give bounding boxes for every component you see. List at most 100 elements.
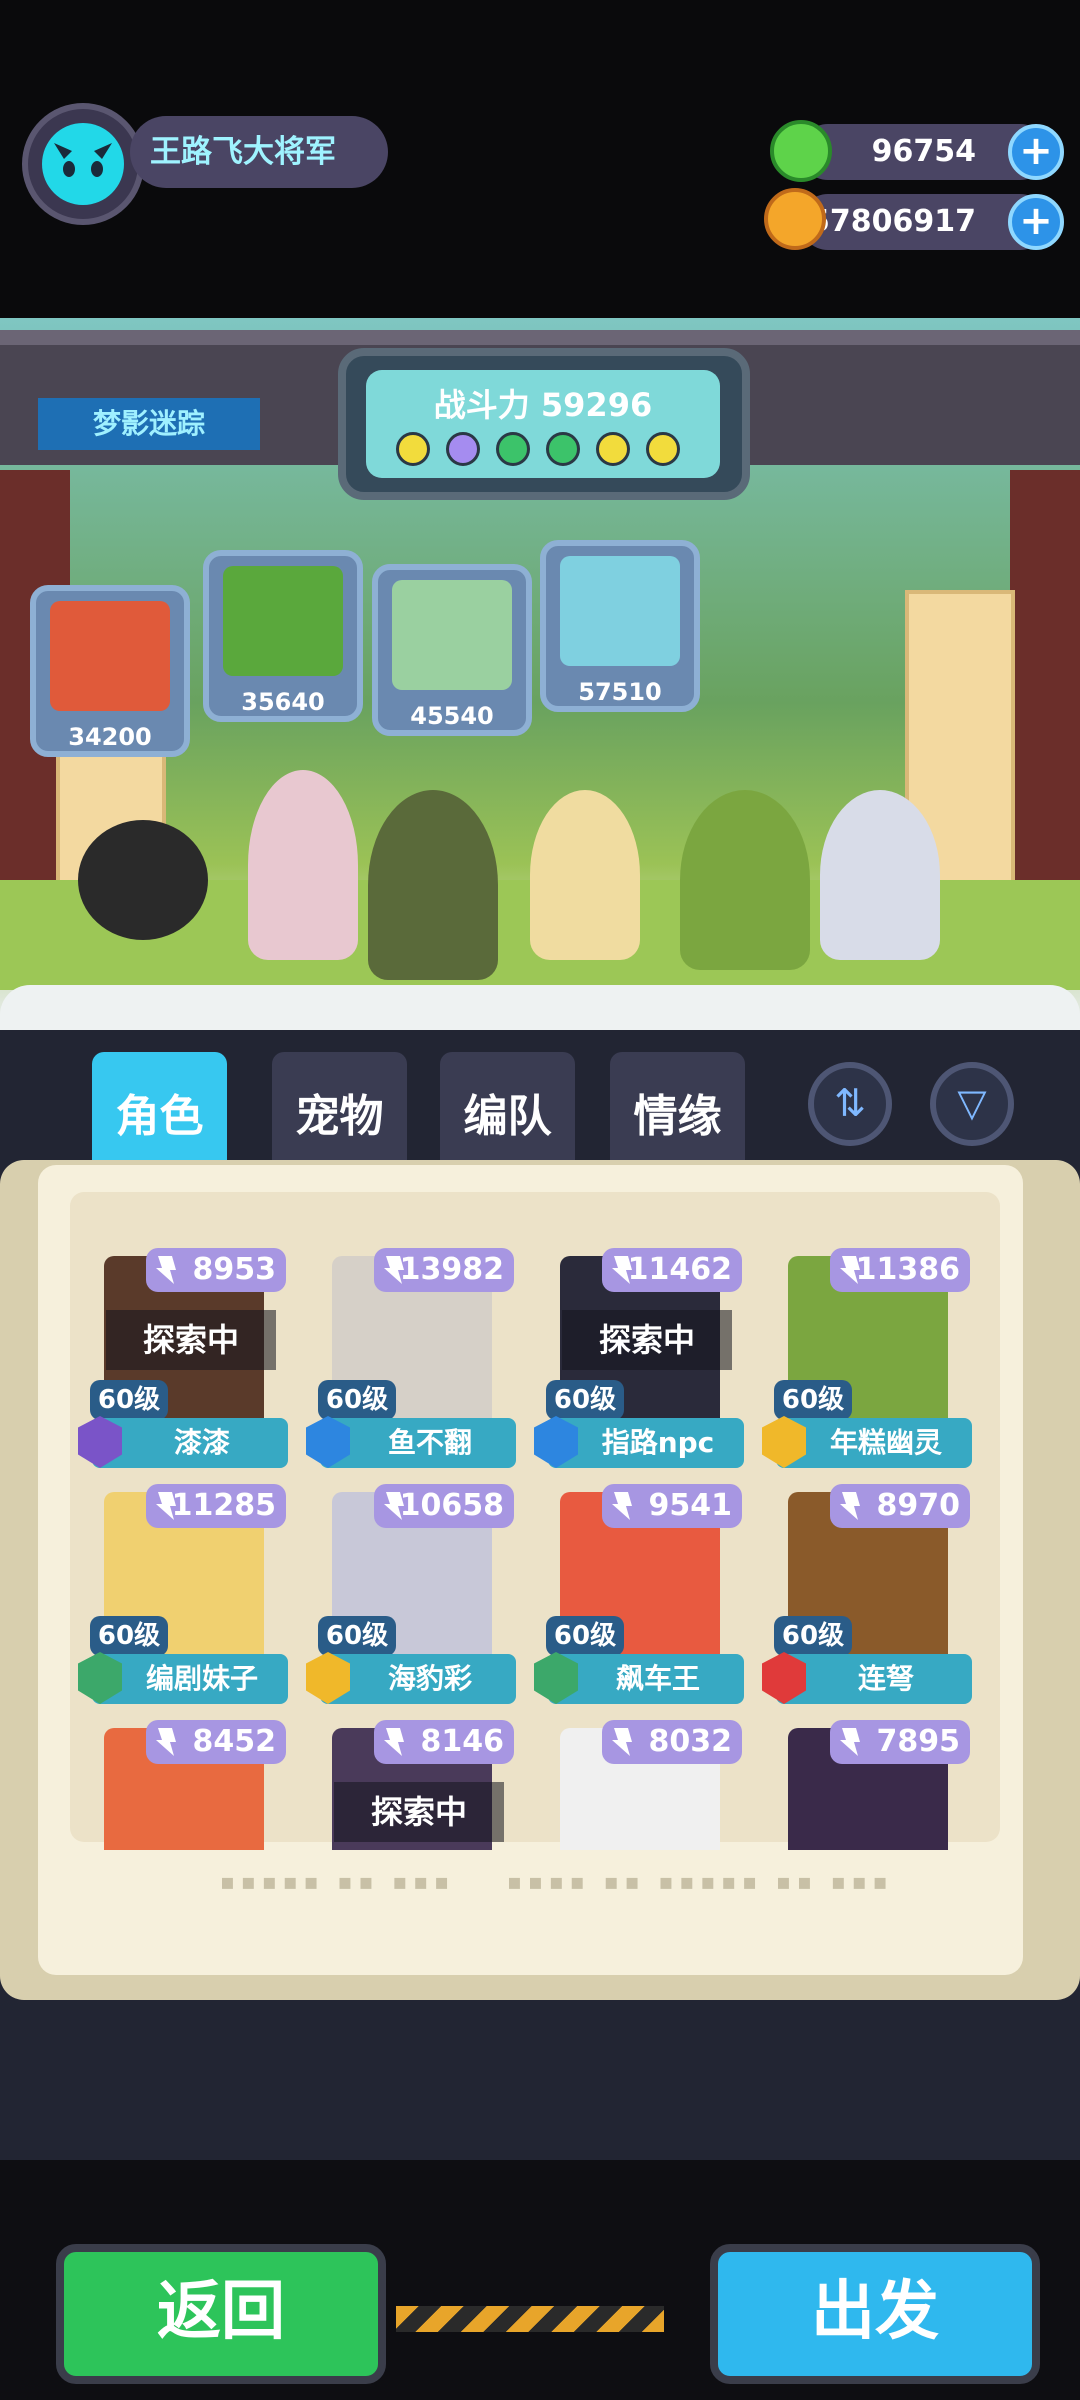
character-card[interactable]: 8452 (92, 1720, 288, 1850)
character-card[interactable]: 9541 60级 飙车王 (534, 1484, 744, 1704)
character-card[interactable]: 11285 60级 编剧妹子 (78, 1484, 288, 1704)
power-dot (496, 432, 530, 466)
tab-formation[interactable]: 编队 (440, 1052, 575, 1168)
character-power-value: 8970 (876, 1488, 961, 1523)
power-icon (606, 1724, 636, 1760)
character-level: 60级 (318, 1616, 396, 1656)
team-power-board: 战斗力 59296 (338, 348, 750, 500)
character-level: 60级 (318, 1380, 396, 1420)
pet-art (560, 556, 680, 666)
add-green-coin-button[interactable]: + (1008, 124, 1064, 180)
power-icon (150, 1724, 180, 1760)
character-card[interactable]: 8032 (548, 1720, 744, 1850)
character-level: 60级 (774, 1616, 852, 1656)
power-dot (646, 432, 680, 466)
character-sprite[interactable] (820, 790, 940, 960)
team-power-label: 战斗力 59296 (433, 386, 653, 424)
stage-banner: 梦影迷踪 (38, 398, 260, 450)
character-level: 60级 (90, 1380, 168, 1420)
character-power: 9541 (602, 1484, 742, 1528)
character-power-value: 8452 (192, 1724, 277, 1759)
pet-card[interactable]: 57510 (540, 540, 700, 712)
filter-button[interactable]: ▽ (930, 1062, 1014, 1146)
power-dot (396, 432, 430, 466)
character-power: 8953 (146, 1248, 286, 1292)
character-power: 8032 (602, 1720, 742, 1764)
character-card[interactable]: 8146 探索中 (320, 1720, 516, 1850)
power-icon (378, 1724, 408, 1760)
power-icon (606, 1488, 636, 1524)
pet-art (223, 566, 343, 676)
character-power: 7895 (830, 1720, 970, 1764)
character-power-value: 11386 (855, 1252, 960, 1287)
power-icon (834, 1252, 864, 1288)
character-power-value: 11285 (171, 1488, 276, 1523)
exploring-status: 探索中 (562, 1310, 732, 1370)
pet-card[interactable]: 34200 (30, 585, 190, 757)
tab-bond[interactable]: 情缘 (610, 1052, 745, 1168)
back-button[interactable]: 返回 (56, 2244, 386, 2384)
player-name: 王路飞大将军 (130, 116, 388, 188)
character-level: 60级 (546, 1616, 624, 1656)
pet-power: 45540 (410, 702, 494, 730)
exploring-status: 探索中 (106, 1310, 276, 1370)
character-power: 11462 (602, 1248, 742, 1292)
power-icon (834, 1488, 864, 1524)
character-card[interactable]: 11386 60级 年糕幽灵 (762, 1248, 972, 1468)
character-power-value: 8146 (420, 1724, 505, 1759)
character-card[interactable]: 8953 探索中 60级 漆漆 (78, 1248, 288, 1468)
sort-button[interactable]: ⇅ (808, 1062, 892, 1146)
character-card[interactable]: 7895 (776, 1720, 972, 1850)
character-power-value: 8032 (648, 1724, 733, 1759)
character-card[interactable]: 13982 60级 鱼不翻 (306, 1248, 516, 1468)
character-power: 8452 (146, 1720, 286, 1764)
character-power-value: 10658 (399, 1488, 504, 1523)
power-dot (546, 432, 580, 466)
hazard-stripe (396, 2306, 664, 2332)
cat-avatar-icon (42, 123, 124, 205)
character-power-value: 13982 (399, 1252, 504, 1287)
pet-power: 34200 (68, 723, 152, 751)
tab-characters[interactable]: 角色 (92, 1052, 227, 1168)
page-blur-text: ▪▪▪▪▪ ▪▪ ▪▪▪ ▪▪▪▪ ▪▪ ▪▪▪▪▪ ▪▪ ▪▪▪ (220, 1870, 894, 1895)
power-icon (378, 1252, 408, 1288)
green-coin-icon (770, 120, 832, 182)
gold-planet-icon (764, 188, 826, 250)
character-power: 10658 (374, 1484, 514, 1528)
character-power-value: 11462 (627, 1252, 732, 1287)
character-sprite[interactable] (530, 790, 640, 960)
pet-art (392, 580, 512, 690)
character-power-value: 9541 (648, 1488, 733, 1523)
pet-art (50, 601, 170, 711)
add-gold-planet-button[interactable]: + (1008, 194, 1064, 250)
character-power: 13982 (374, 1248, 514, 1292)
character-card[interactable]: 8970 60级 连弩 (762, 1484, 972, 1704)
power-icon (150, 1252, 180, 1288)
character-sprite[interactable] (680, 790, 810, 970)
pet-card[interactable]: 45540 (372, 564, 532, 736)
tab-pets[interactable]: 宠物 (272, 1052, 407, 1168)
character-power-value: 8953 (192, 1252, 277, 1287)
character-level: 60级 (90, 1616, 168, 1656)
character-power: 8970 (830, 1484, 970, 1528)
character-sprite[interactable] (368, 790, 498, 980)
character-level: 60级 (774, 1380, 852, 1420)
power-icon (150, 1488, 180, 1524)
player-avatar-frame[interactable] (22, 103, 144, 225)
power-dot (446, 432, 480, 466)
power-icon (606, 1252, 636, 1288)
character-card[interactable]: 11462 探索中 60级 指路npc (534, 1248, 744, 1468)
character-sprite[interactable] (248, 770, 358, 960)
character-power-value: 7895 (876, 1724, 961, 1759)
depart-button[interactable]: 出发 (710, 2244, 1040, 2384)
fish-pet-sprite (78, 820, 208, 940)
character-card[interactable]: 10658 60级 海豹彩 (306, 1484, 516, 1704)
character-power: 8146 (374, 1720, 514, 1764)
power-icon (378, 1488, 408, 1524)
exploring-status: 探索中 (334, 1782, 504, 1842)
right-curtain (1010, 470, 1080, 940)
pet-power: 35640 (241, 688, 325, 716)
pet-card[interactable]: 35640 (203, 550, 363, 722)
character-level: 60级 (546, 1380, 624, 1420)
character-power: 11285 (146, 1484, 286, 1528)
